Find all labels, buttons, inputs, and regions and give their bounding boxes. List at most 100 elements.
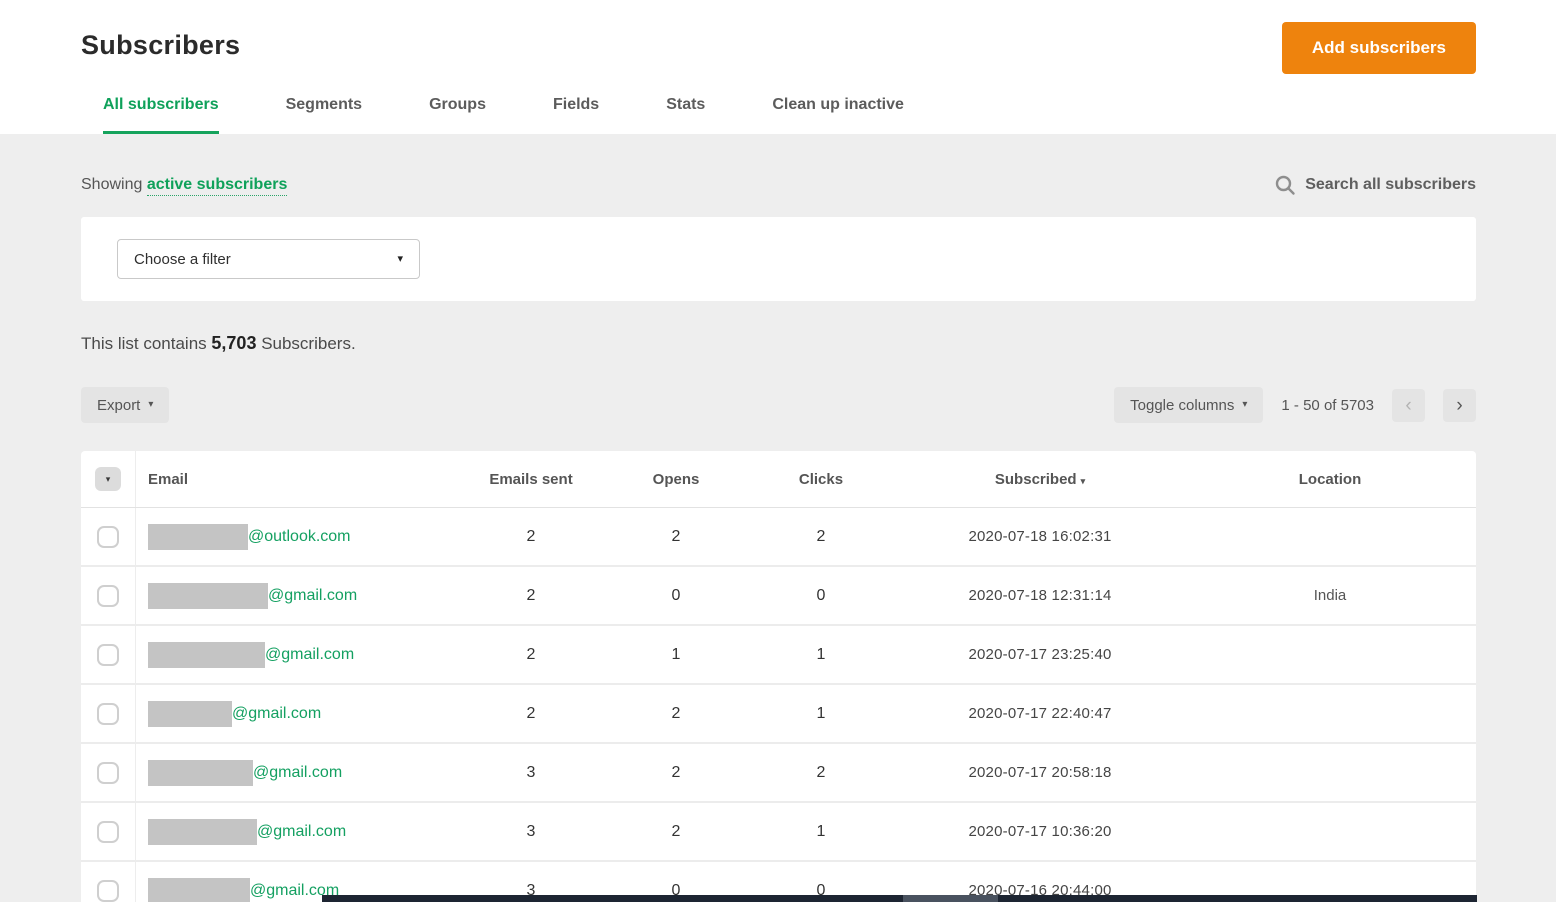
pagination-range: 1 - 50 of 5703 [1281,396,1374,414]
horizontal-scrollbar-thumb[interactable] [903,895,998,902]
redacted-email-local-part [148,641,265,668]
chevron-down-icon: ▾ [1242,399,1248,410]
row-checkbox[interactable] [97,761,119,784]
subscriber-count: 5,703 [211,333,257,353]
sort-desc-icon: ▾ [1080,475,1086,486]
location-value: India [1313,587,1347,604]
tab-all-subscribers[interactable]: All subscribers [103,96,219,134]
opens-value: 2 [671,704,681,722]
emails-sent-value: 2 [526,704,536,722]
table-row: @outlook.com 2 2 2 2020-07-18 16:02:31 [81,508,1476,567]
opens-value: 1 [671,645,681,663]
clicks-value: 2 [816,527,826,545]
table-row: @gmail.com 3 2 1 2020-07-17 10:36:20 [81,803,1476,862]
subscriber-email-link[interactable]: @gmail.com [257,823,346,841]
column-header-subscribed[interactable]: Subscribed ▾ [896,471,1184,488]
filter-dropdown-value: Choose a filter [134,250,231,268]
filter-card: Choose a filter ▾ [81,217,1476,301]
subscribed-date: 2020-07-17 10:36:20 [968,823,1112,840]
horizontal-scrollbar-track[interactable] [322,895,1477,902]
toggle-columns-label: Toggle columns [1130,396,1235,414]
tabs: All subscribers Segments Groups Fields Stats… [103,96,904,134]
export-label: Export [97,396,141,414]
emails-sent-value: 2 [526,586,536,604]
showing-text: Showing active subscribers [81,176,288,196]
tab-stats[interactable]: Stats [666,96,705,134]
redacted-email-local-part [148,700,232,727]
row-checkbox[interactable] [97,584,119,607]
subscriber-email-link[interactable]: @gmail.com [253,764,342,782]
subscriber-email-link[interactable]: @gmail.com [265,646,354,664]
clicks-value: 0 [816,586,826,604]
showing-label: Showing [81,176,143,193]
export-button[interactable]: Export ▾ [81,387,170,423]
list-summary: This list contains 5,703 Subscribers. [81,333,1476,354]
search-all-subscribers[interactable]: Search all subscribers [1274,174,1476,196]
row-checkbox[interactable] [97,643,119,666]
subscriber-email-link[interactable]: @gmail.com [232,705,321,723]
clicks-value: 1 [816,822,826,840]
redacted-email-local-part [148,759,253,786]
select-all-dropdown-button[interactable]: ▾ [95,467,121,491]
column-header-location[interactable]: Location [1184,471,1476,488]
redacted-email-local-part [148,582,268,609]
table-row: @gmail.com 2 1 1 2020-07-17 23:25:40 [81,626,1476,685]
emails-sent-value: 3 [526,822,536,840]
column-header-opens[interactable]: Opens [606,471,746,488]
content-area: Showing active subscribers Search all su… [0,134,1556,902]
opens-value: 2 [671,763,681,781]
page-title: Subscribers [81,30,241,60]
subscribers-table: ▾ Email Emails sent Opens Clicks Subscri… [81,451,1476,902]
pagination-controls: Toggle columns ▾ 1 - 50 of 5703 ‹ › [1114,387,1476,423]
emails-sent-value: 2 [526,645,536,663]
toggle-columns-button[interactable]: Toggle columns ▾ [1114,387,1264,423]
opens-value: 0 [671,586,681,604]
row-checkbox[interactable] [97,879,119,902]
clicks-value: 2 [816,763,826,781]
redacted-email-local-part [148,523,248,550]
emails-sent-value: 3 [526,763,536,781]
tab-segments[interactable]: Segments [286,96,362,134]
chevron-down-icon: ▾ [397,252,403,265]
opens-value: 2 [671,822,681,840]
table-row: @gmail.com 3 2 2 2020-07-17 20:58:18 [81,744,1476,803]
showing-row: Showing active subscribers Search all su… [81,174,1476,196]
clicks-value: 1 [816,704,826,722]
subscriber-email-link[interactable]: @outlook.com [248,528,351,546]
emails-sent-value: 2 [526,527,536,545]
search-label: Search all subscribers [1305,176,1476,193]
add-subscribers-button[interactable]: Add subscribers [1281,22,1476,74]
table-body: @outlook.com 2 2 2 2020-07-18 16:02:31 @… [81,508,1476,902]
tab-fields[interactable]: Fields [553,96,599,134]
top-header: Subscribers Add subscribers All subscrib… [0,0,1556,134]
opens-value: 2 [671,527,681,545]
summary-suffix: Subscribers. [261,334,356,353]
tab-clean-up-inactive[interactable]: Clean up inactive [772,96,904,134]
showing-filter-link[interactable]: active subscribers [146,176,288,196]
subscribed-date: 2020-07-18 16:02:31 [968,528,1112,545]
column-header-email[interactable]: Email [136,471,456,488]
table-row: @gmail.com 2 0 0 2020-07-18 12:31:14 Ind… [81,567,1476,626]
search-icon [1274,174,1296,196]
chevron-down-icon: ▾ [148,399,154,410]
tab-groups[interactable]: Groups [429,96,486,134]
clicks-value: 1 [816,645,826,663]
table-row: @gmail.com 2 2 1 2020-07-17 22:40:47 [81,685,1476,744]
row-checkbox[interactable] [97,525,119,548]
subscribed-date: 2020-07-17 23:25:40 [968,646,1112,663]
column-header-clicks[interactable]: Clicks [746,471,896,488]
prev-page-button[interactable]: ‹ [1392,388,1425,422]
subscribed-date: 2020-07-18 12:31:14 [968,587,1112,604]
actions-row: Export ▾ Toggle columns ▾ 1 - 50 of 5703… [81,387,1476,423]
subscribed-date: 2020-07-17 20:58:18 [968,764,1112,781]
filter-dropdown[interactable]: Choose a filter ▾ [117,239,420,279]
redacted-email-local-part [148,877,250,902]
subscriber-email-link[interactable]: @gmail.com [268,587,357,605]
summary-prefix: This list contains [81,334,207,353]
column-header-emails-sent[interactable]: Emails sent [456,471,606,488]
select-column-header: ▾ [81,451,136,507]
redacted-email-local-part [148,818,257,845]
row-checkbox[interactable] [97,820,119,843]
next-page-button[interactable]: › [1443,388,1476,422]
row-checkbox[interactable] [97,702,119,725]
